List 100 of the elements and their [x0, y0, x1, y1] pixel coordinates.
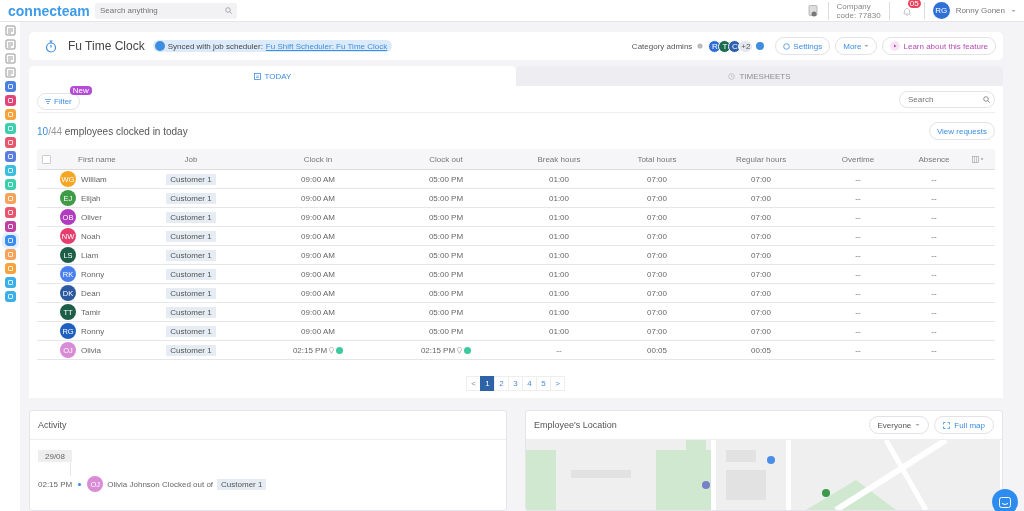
app-icon[interactable]: [4, 81, 16, 92]
notification-badge: 05: [907, 0, 921, 8]
app-icon[interactable]: [4, 193, 16, 204]
logo: connecteam: [8, 2, 91, 19]
table-cell: --: [855, 288, 861, 298]
table-cell: 01:00: [549, 212, 569, 222]
admins-label: Category admins: [631, 41, 693, 51]
learn-button[interactable]: Learn about this feature: [882, 37, 996, 55]
activity-text: Olivia Johnson Clocked out of: [107, 479, 214, 489]
table-cell: --: [931, 307, 937, 317]
app-icon[interactable]: [4, 165, 16, 176]
table-cell: 09:00 AM: [301, 288, 335, 298]
page-button[interactable]: >: [550, 376, 565, 391]
app-icon[interactable]: [4, 137, 16, 148]
sync-link[interactable]: Fu Shift Scheduler: Fu Time Clock: [265, 41, 388, 51]
app-icon[interactable]: [4, 151, 16, 162]
table-cell: 07:00: [647, 326, 667, 336]
search-field[interactable]: Search: [899, 90, 995, 108]
search-icon: [225, 7, 232, 14]
table-cell: Dean: [81, 288, 101, 298]
table-cell: Oliver: [81, 212, 102, 222]
table-cell: 09:00 AM: [301, 174, 335, 184]
app-icon[interactable]: [4, 249, 16, 260]
admins-more-badge[interactable]: +2: [738, 39, 754, 53]
job-tag: Customer 1: [166, 173, 216, 185]
more-button[interactable]: More: [835, 37, 878, 55]
checkbox[interactable]: [41, 154, 51, 164]
app-icon[interactable]: [4, 221, 16, 232]
sync-icon: [154, 41, 165, 51]
table-cell: Ronny: [81, 269, 105, 279]
table-cell: 07:00: [647, 307, 667, 317]
settings-button[interactable]: Settings: [775, 37, 831, 55]
chat-icon: [999, 496, 1011, 508]
help-document-icon: [807, 4, 818, 17]
table-cell: 07:00: [751, 250, 771, 260]
table-cell: 09:00 AM: [301, 231, 335, 241]
chat-button[interactable]: [992, 489, 1018, 511]
table-cell: 00:05: [647, 345, 667, 355]
full-map-button[interactable]: Full map: [934, 416, 994, 434]
app-icon[interactable]: [4, 123, 16, 134]
table-cell: 07:00: [751, 193, 771, 203]
table-cell: 01:00: [549, 326, 569, 336]
user-avatar[interactable]: RG: [932, 2, 950, 19]
user-name[interactable]: Ronny Gonen: [955, 6, 1005, 15]
tab[interactable]: TODAY: [29, 66, 516, 86]
table-cell: William: [81, 174, 107, 184]
table-cell: Olivia: [81, 345, 101, 355]
table-cell: 07:00: [647, 250, 667, 260]
table-cell: --: [931, 231, 937, 241]
table-cell: --: [931, 269, 937, 279]
filter-button[interactable]: Filter: [37, 92, 80, 110]
card-title: Activity: [38, 420, 67, 430]
table-cell: 05:00 PM: [428, 307, 464, 317]
sidebar-tool-icon[interactable]: [4, 67, 16, 78]
sidebar-tool-icon[interactable]: [4, 25, 16, 36]
table-cell: --: [855, 212, 861, 222]
job-tag: Customer 1: [166, 268, 216, 280]
app-icon[interactable]: [4, 291, 16, 302]
tab[interactable]: TIMESHEETS: [516, 66, 1003, 86]
app-icon[interactable]: [4, 109, 16, 120]
column-header: Break hours: [537, 154, 581, 164]
everyone-dropdown[interactable]: Everyone: [868, 416, 930, 434]
table-cell: 07:00: [647, 288, 667, 298]
company-label: Company: [836, 1, 871, 11]
column-header: Clock out: [429, 154, 463, 164]
table-cell: 07:00: [647, 231, 667, 241]
table-cell: 05:00 PM: [428, 174, 464, 184]
column-header: Job: [184, 154, 198, 164]
column-header: First name: [78, 154, 116, 164]
job-tag: Customer 1: [217, 478, 267, 490]
table-cell: 07:00: [751, 269, 771, 279]
timeline-dot: [78, 482, 82, 486]
table-cell: --: [855, 250, 861, 260]
table-cell: 02:15 PM: [420, 345, 456, 355]
table-cell: 01:00: [549, 307, 569, 317]
table-cell: 07:00: [647, 174, 667, 184]
column-header: Overtime: [841, 154, 875, 164]
table-cell: 07:00: [751, 231, 771, 241]
app-icon[interactable]: [4, 207, 16, 218]
table-cell: 01:00: [549, 288, 569, 298]
table-cell: 05:00 PM: [428, 288, 464, 298]
add-admin-icon[interactable]: [756, 42, 765, 50]
card-title: Employee's Location: [534, 420, 617, 430]
app-icon[interactable]: [4, 235, 16, 246]
app-icon[interactable]: [4, 179, 16, 190]
column-header: Absence: [918, 154, 950, 164]
app-icon[interactable]: [4, 277, 16, 288]
table-cell: 01:00: [549, 193, 569, 203]
date-label: 29/08: [38, 450, 72, 462]
sidebar-tool-icon[interactable]: [4, 39, 16, 50]
sidebar-tool-icon[interactable]: [4, 53, 16, 64]
app-icon[interactable]: [4, 95, 16, 106]
new-badge: New: [69, 85, 92, 95]
app-icon[interactable]: [4, 263, 16, 274]
company-code: code: 77830: [836, 10, 881, 20]
view-requests-button[interactable]: View requests: [928, 122, 995, 140]
table-cell: 02:15 PM: [292, 345, 328, 355]
search-field[interactable]: Search anything: [95, 2, 237, 19]
table-cell: 07:00: [751, 288, 771, 298]
table-cell: Ronny: [81, 326, 105, 336]
